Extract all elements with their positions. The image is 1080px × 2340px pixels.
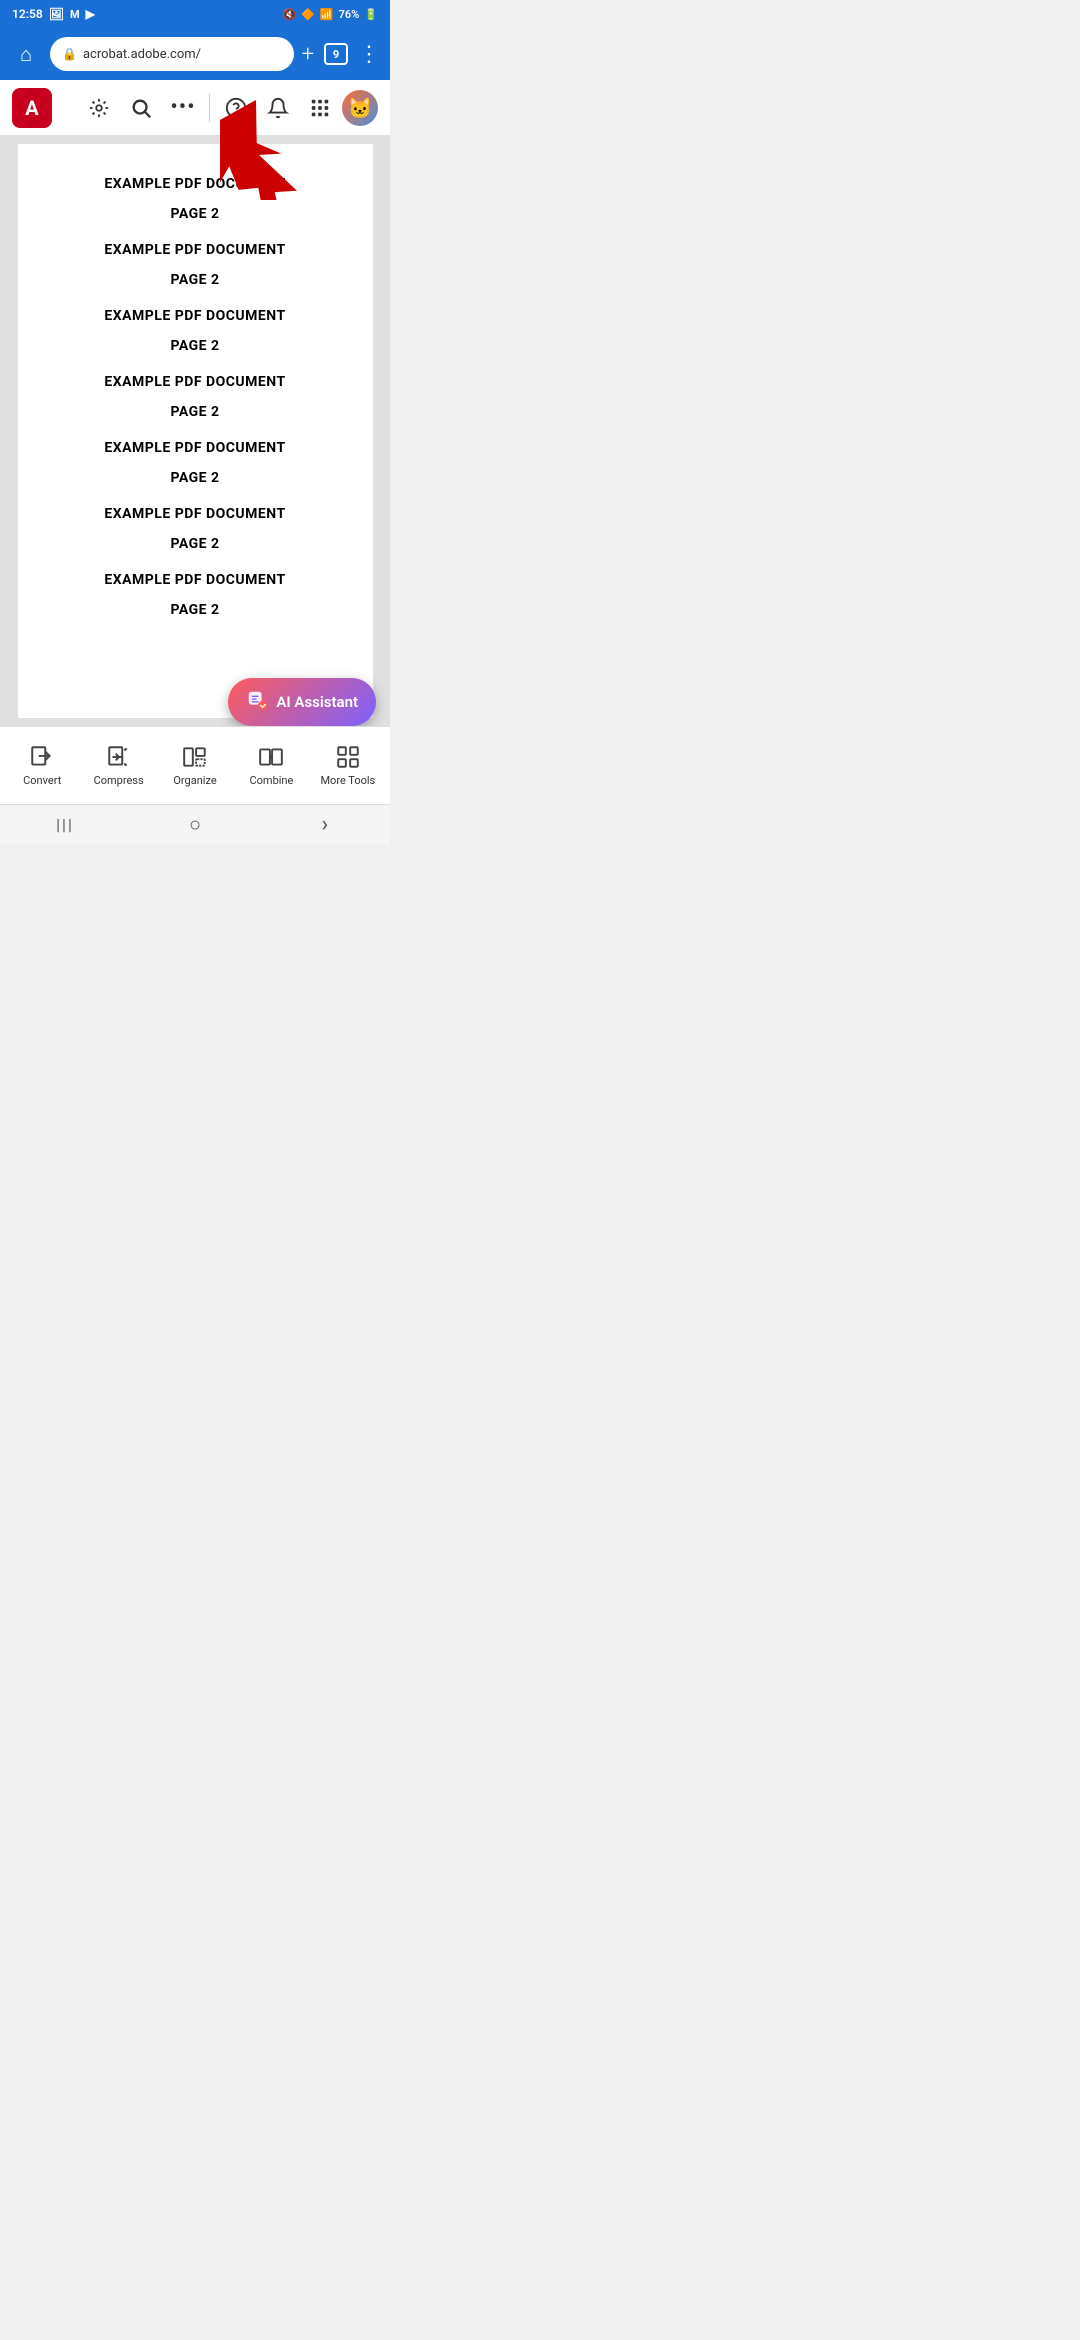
convert-icon xyxy=(29,744,55,770)
pdf-line-6: EXAMPLE PDF DOCUMENT xyxy=(104,506,285,522)
signal-icon: 📶 xyxy=(320,8,334,21)
nav-back-button[interactable]: ‹ xyxy=(295,805,355,844)
ai-assistant-icon xyxy=(246,689,268,716)
add-tab-button[interactable]: + xyxy=(302,42,314,67)
url-text: acrobat.adobe.com/ xyxy=(83,47,282,62)
pdf-page-7: PAGE 2 xyxy=(170,602,219,618)
url-bar[interactable]: 🔒 acrobat.adobe.com/ xyxy=(50,37,294,71)
grid-menu-button[interactable] xyxy=(300,88,340,128)
more-tools-label: More Tools xyxy=(320,774,375,787)
nav-recent-button[interactable]: ||| xyxy=(35,805,95,844)
status-bar: 12:58 🖼 M ▶ 🔇 🔶 📶 76% 🔋 xyxy=(0,0,390,28)
lock-icon: 🔒 xyxy=(62,47,77,61)
notifications-button[interactable] xyxy=(258,88,298,128)
gmail-icon: M xyxy=(70,8,80,21)
tab-count-button[interactable]: 9 xyxy=(324,43,348,65)
combine-icon xyxy=(258,744,284,770)
wifi-icon: 🔶 xyxy=(301,8,315,21)
battery-icon: 🔋 xyxy=(364,8,378,21)
convert-label: Convert xyxy=(23,774,61,787)
battery-text: 76% xyxy=(339,8,360,21)
browser-actions: + 9 ⋮ xyxy=(302,42,380,67)
home-button[interactable]: ⌂ xyxy=(10,42,42,67)
combine-tool[interactable]: Combine xyxy=(233,744,309,787)
combine-label: Combine xyxy=(250,774,294,787)
pdf-area: EXAMPLE PDF DOCUMENT PAGE 2 EXAMPLE PDF … xyxy=(0,136,390,726)
help-button[interactable] xyxy=(216,88,256,128)
convert-tool[interactable]: Convert xyxy=(4,744,80,787)
photo-icon: 🖼 xyxy=(49,7,64,21)
youtube-icon: ▶ xyxy=(86,7,95,21)
compress-label: Compress xyxy=(94,774,144,787)
compress-icon xyxy=(106,744,132,770)
pdf-line-4: EXAMPLE PDF DOCUMENT xyxy=(104,374,285,390)
browser-menu-button[interactable]: ⋮ xyxy=(358,42,380,67)
organize-icon xyxy=(182,744,208,770)
more-tools-icon xyxy=(335,744,361,770)
pdf-page-4: PAGE 2 xyxy=(170,404,219,420)
mute-icon: 🔇 xyxy=(283,8,297,21)
pdf-line-1: EXAMPLE PDF DOCUMENT xyxy=(104,176,285,192)
pdf-line-7: EXAMPLE PDF DOCUMENT xyxy=(104,572,285,588)
pdf-page-5: PAGE 2 xyxy=(170,470,219,486)
pdf-line-5: EXAMPLE PDF DOCUMENT xyxy=(104,440,285,456)
pdf-page-3: PAGE 2 xyxy=(170,338,219,354)
pdf-page-6: PAGE 2 xyxy=(170,536,219,552)
status-right: 🔇 🔶 📶 76% 🔋 xyxy=(283,8,379,21)
ai-assistant-button[interactable]: AI Assistant xyxy=(228,678,376,726)
more-tools-tool[interactable]: More Tools xyxy=(310,744,386,787)
nav-home-button[interactable]: ○ xyxy=(165,805,225,844)
more-options-button[interactable]: ••• xyxy=(163,88,203,128)
pdf-page-2: PAGE 2 xyxy=(170,272,219,288)
time: 12:58 xyxy=(12,7,43,21)
pdf-line-2: EXAMPLE PDF DOCUMENT xyxy=(104,242,285,258)
organize-label: Organize xyxy=(173,774,216,787)
ai-assist-toolbar-button[interactable] xyxy=(79,88,119,128)
nav-bar: ||| ○ ‹ xyxy=(0,804,390,844)
acrobat-logo: A xyxy=(12,88,52,128)
bottom-toolbar: Convert Compress Organize xyxy=(0,726,390,804)
organize-tool[interactable]: Organize xyxy=(157,744,233,787)
pdf-line-3: EXAMPLE PDF DOCUMENT xyxy=(104,308,285,324)
search-button[interactable] xyxy=(121,88,161,128)
status-left: 12:58 🖼 M ▶ xyxy=(12,7,95,21)
toolbar-divider xyxy=(209,94,210,122)
user-avatar[interactable]: 🐱 xyxy=(342,90,378,126)
app-toolbar: A ••• xyxy=(0,80,390,136)
pdf-page-1: PAGE 2 xyxy=(170,206,219,222)
browser-bar: ⌂ 🔒 acrobat.adobe.com/ + 9 ⋮ xyxy=(0,28,390,80)
compress-tool[interactable]: Compress xyxy=(80,744,156,787)
pdf-page: EXAMPLE PDF DOCUMENT PAGE 2 EXAMPLE PDF … xyxy=(18,144,373,718)
ai-assistant-label: AI Assistant xyxy=(276,693,358,711)
toolbar-icons: ••• xyxy=(79,88,378,128)
